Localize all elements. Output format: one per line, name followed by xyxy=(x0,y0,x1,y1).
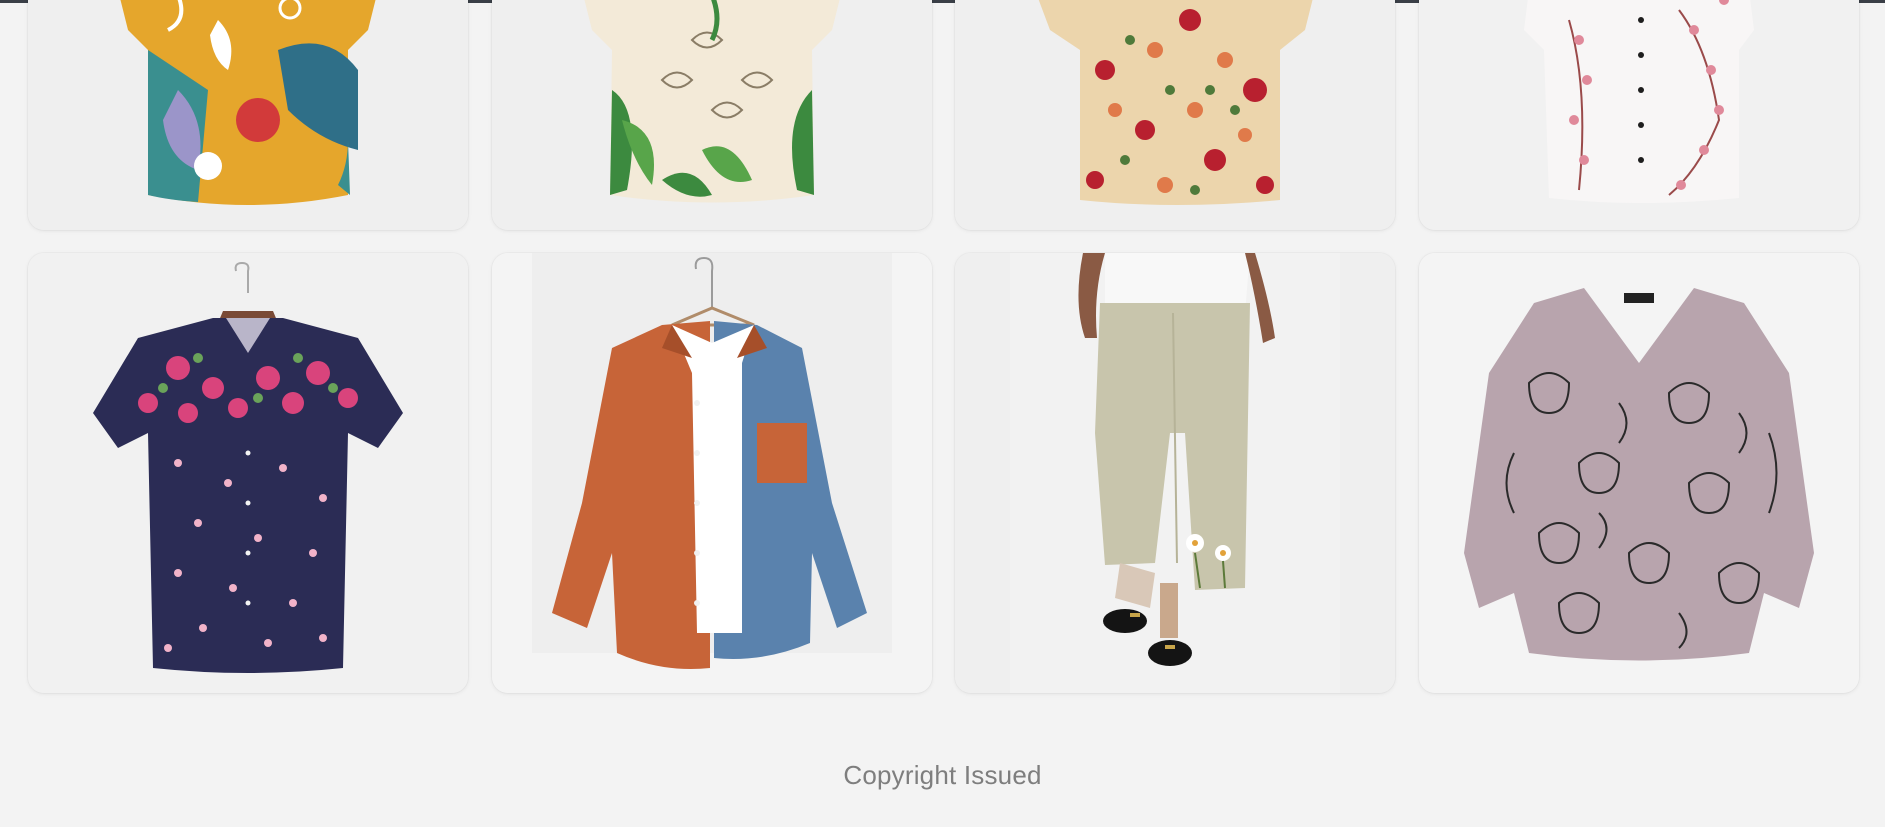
product-image xyxy=(28,253,468,693)
product-image xyxy=(492,0,932,230)
product-image xyxy=(492,253,932,693)
product-card[interactable] xyxy=(28,253,468,693)
product-image xyxy=(955,253,1395,693)
product-card[interactable] xyxy=(1419,253,1859,693)
product-image xyxy=(1419,0,1859,230)
product-grid xyxy=(0,0,1885,720)
product-image xyxy=(1419,253,1859,693)
product-card[interactable] xyxy=(955,253,1395,693)
product-image xyxy=(28,0,468,230)
product-image xyxy=(955,0,1395,230)
product-card[interactable] xyxy=(955,0,1395,230)
product-card[interactable] xyxy=(492,0,932,230)
product-card[interactable] xyxy=(492,253,932,693)
footer-copyright: Copyright Issued xyxy=(843,760,1042,790)
product-card[interactable] xyxy=(28,0,468,230)
product-card[interactable] xyxy=(1419,0,1859,230)
